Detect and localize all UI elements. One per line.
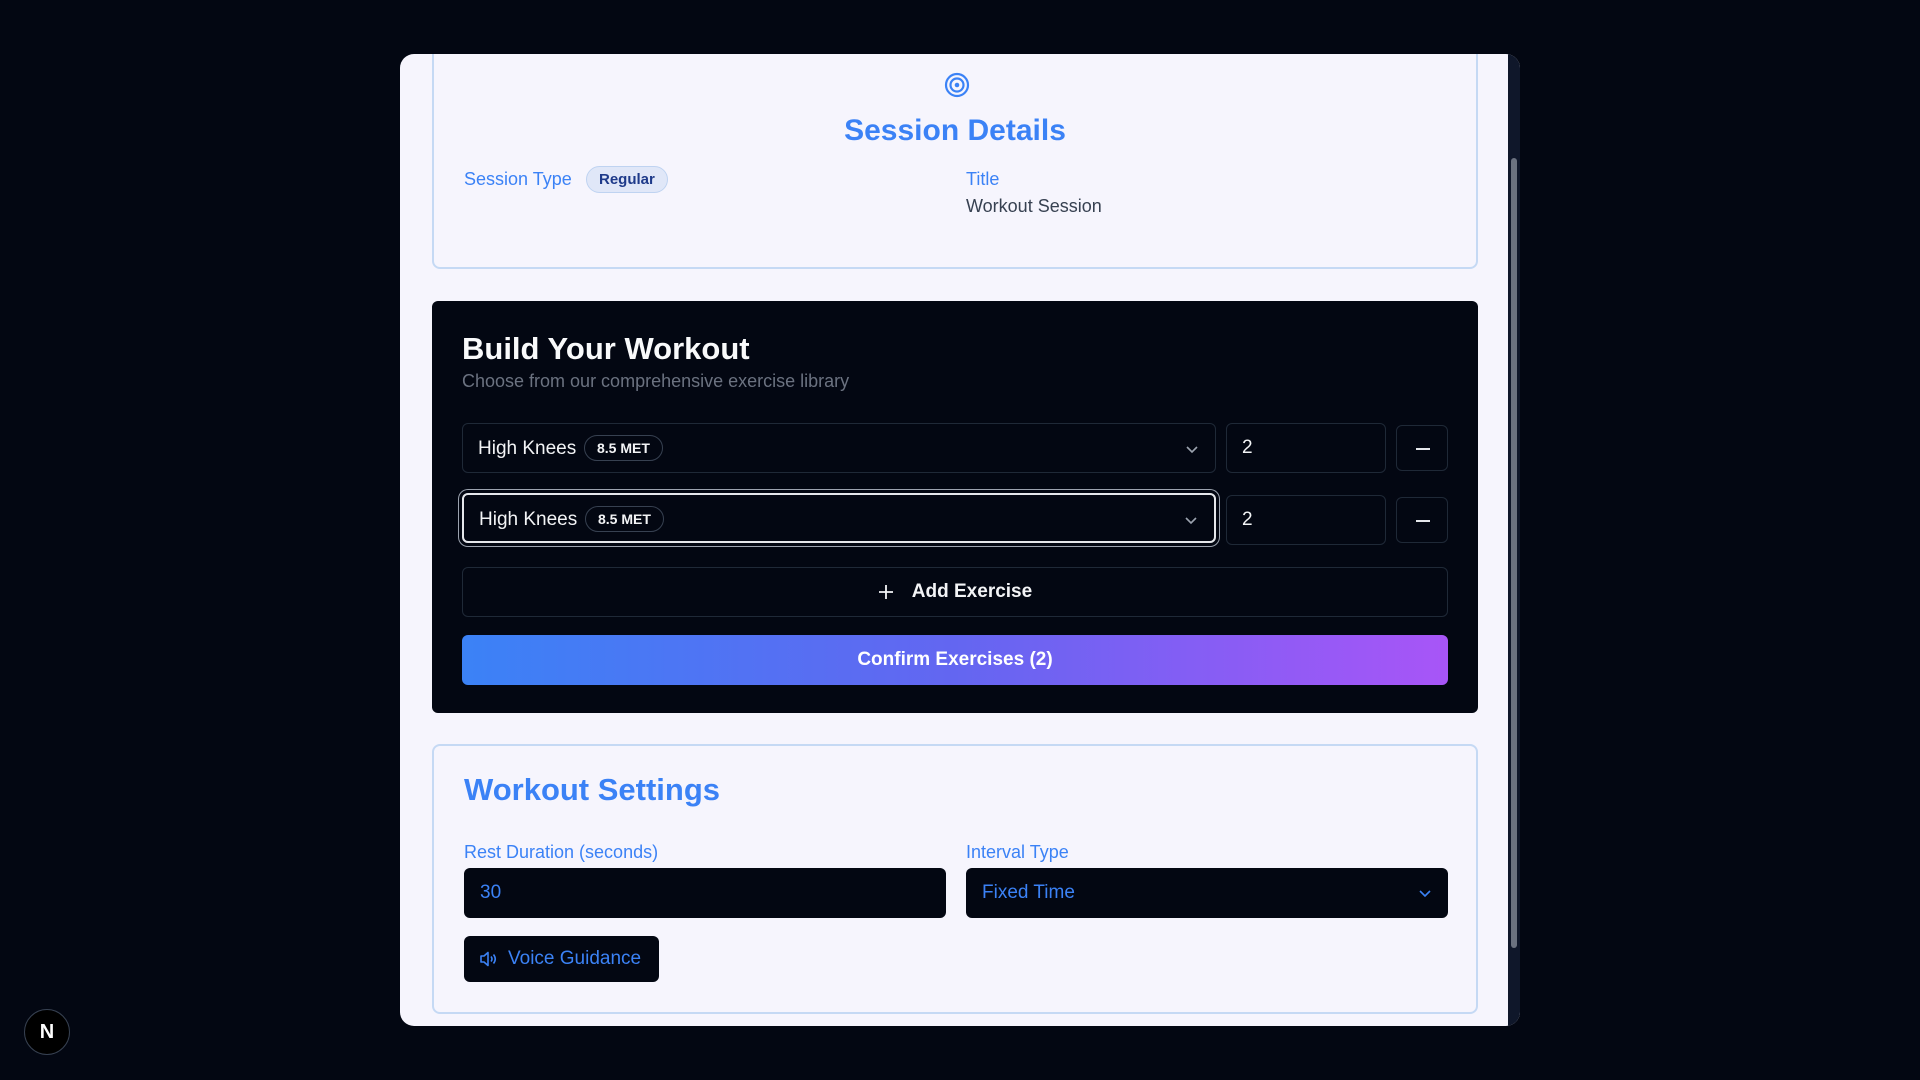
voice-guidance-button[interactable]: Voice Guidance	[464, 936, 660, 982]
chevron-down-icon	[1185, 517, 1197, 525]
workout-settings-title: Workout Settings	[464, 772, 721, 807]
build-workout-card: Build Your Workout Choose from our compr…	[432, 301, 1478, 713]
session-type-badge: Regular	[586, 166, 668, 193]
plus-icon	[878, 585, 893, 599]
add-exercise-label: Add Exercise	[911, 581, 1033, 602]
session-details-title: Session Details	[844, 114, 1066, 147]
exercise-name: High Knees	[479, 509, 578, 530]
n-logo-button[interactable]: N	[24, 1009, 70, 1055]
voice-guidance-label: Voice Guidance	[508, 948, 642, 969]
exercise-select-1[interactable]: High Knees 8.5 MET	[462, 423, 1216, 473]
target-icon	[944, 72, 970, 98]
chevron-down-icon	[1186, 446, 1198, 454]
exercise-name: High Knees	[478, 438, 577, 459]
build-workout-subtitle: Choose from our comprehensive exercise l…	[462, 371, 850, 391]
workout-modal: Session Details Session Type Regular Tit…	[400, 54, 1520, 1026]
exercise-quantity-1[interactable]	[1226, 423, 1386, 473]
add-exercise-button[interactable]: Add Exercise	[462, 567, 1448, 617]
chevron-down-icon	[1419, 890, 1431, 898]
interval-type-select[interactable]: Fixed Time	[966, 868, 1448, 918]
rest-duration-label: Rest Duration (seconds)	[464, 842, 659, 862]
rest-duration-input[interactable]	[464, 868, 946, 918]
speaker-icon	[480, 951, 497, 967]
session-details-card: Session Details Session Type Regular Tit…	[432, 54, 1478, 269]
remove-exercise-button-1[interactable]	[1396, 425, 1448, 471]
scrollbar-thumb[interactable]	[1511, 158, 1517, 948]
scrollbar[interactable]	[1508, 54, 1520, 1026]
interval-type-label: Interval Type	[966, 842, 1069, 862]
met-badge: 8.5 MET	[585, 506, 664, 532]
remove-exercise-button-2[interactable]	[1396, 497, 1448, 543]
session-type-label: Session Type	[464, 169, 572, 189]
exercise-quantity-2[interactable]	[1226, 495, 1386, 545]
exercise-select-2[interactable]: High Knees 8.5 MET	[462, 493, 1216, 543]
workout-settings-card: Workout Settings Rest Duration (seconds)…	[432, 744, 1478, 1014]
title-label: Title	[966, 169, 1000, 189]
met-badge: 8.5 MET	[584, 435, 663, 461]
build-workout-title: Build Your Workout	[462, 331, 750, 366]
confirm-exercises-button[interactable]: Confirm Exercises (2)	[462, 635, 1448, 685]
title-value: Workout Session	[966, 196, 1102, 216]
interval-type-value: Fixed Time	[982, 882, 1075, 903]
